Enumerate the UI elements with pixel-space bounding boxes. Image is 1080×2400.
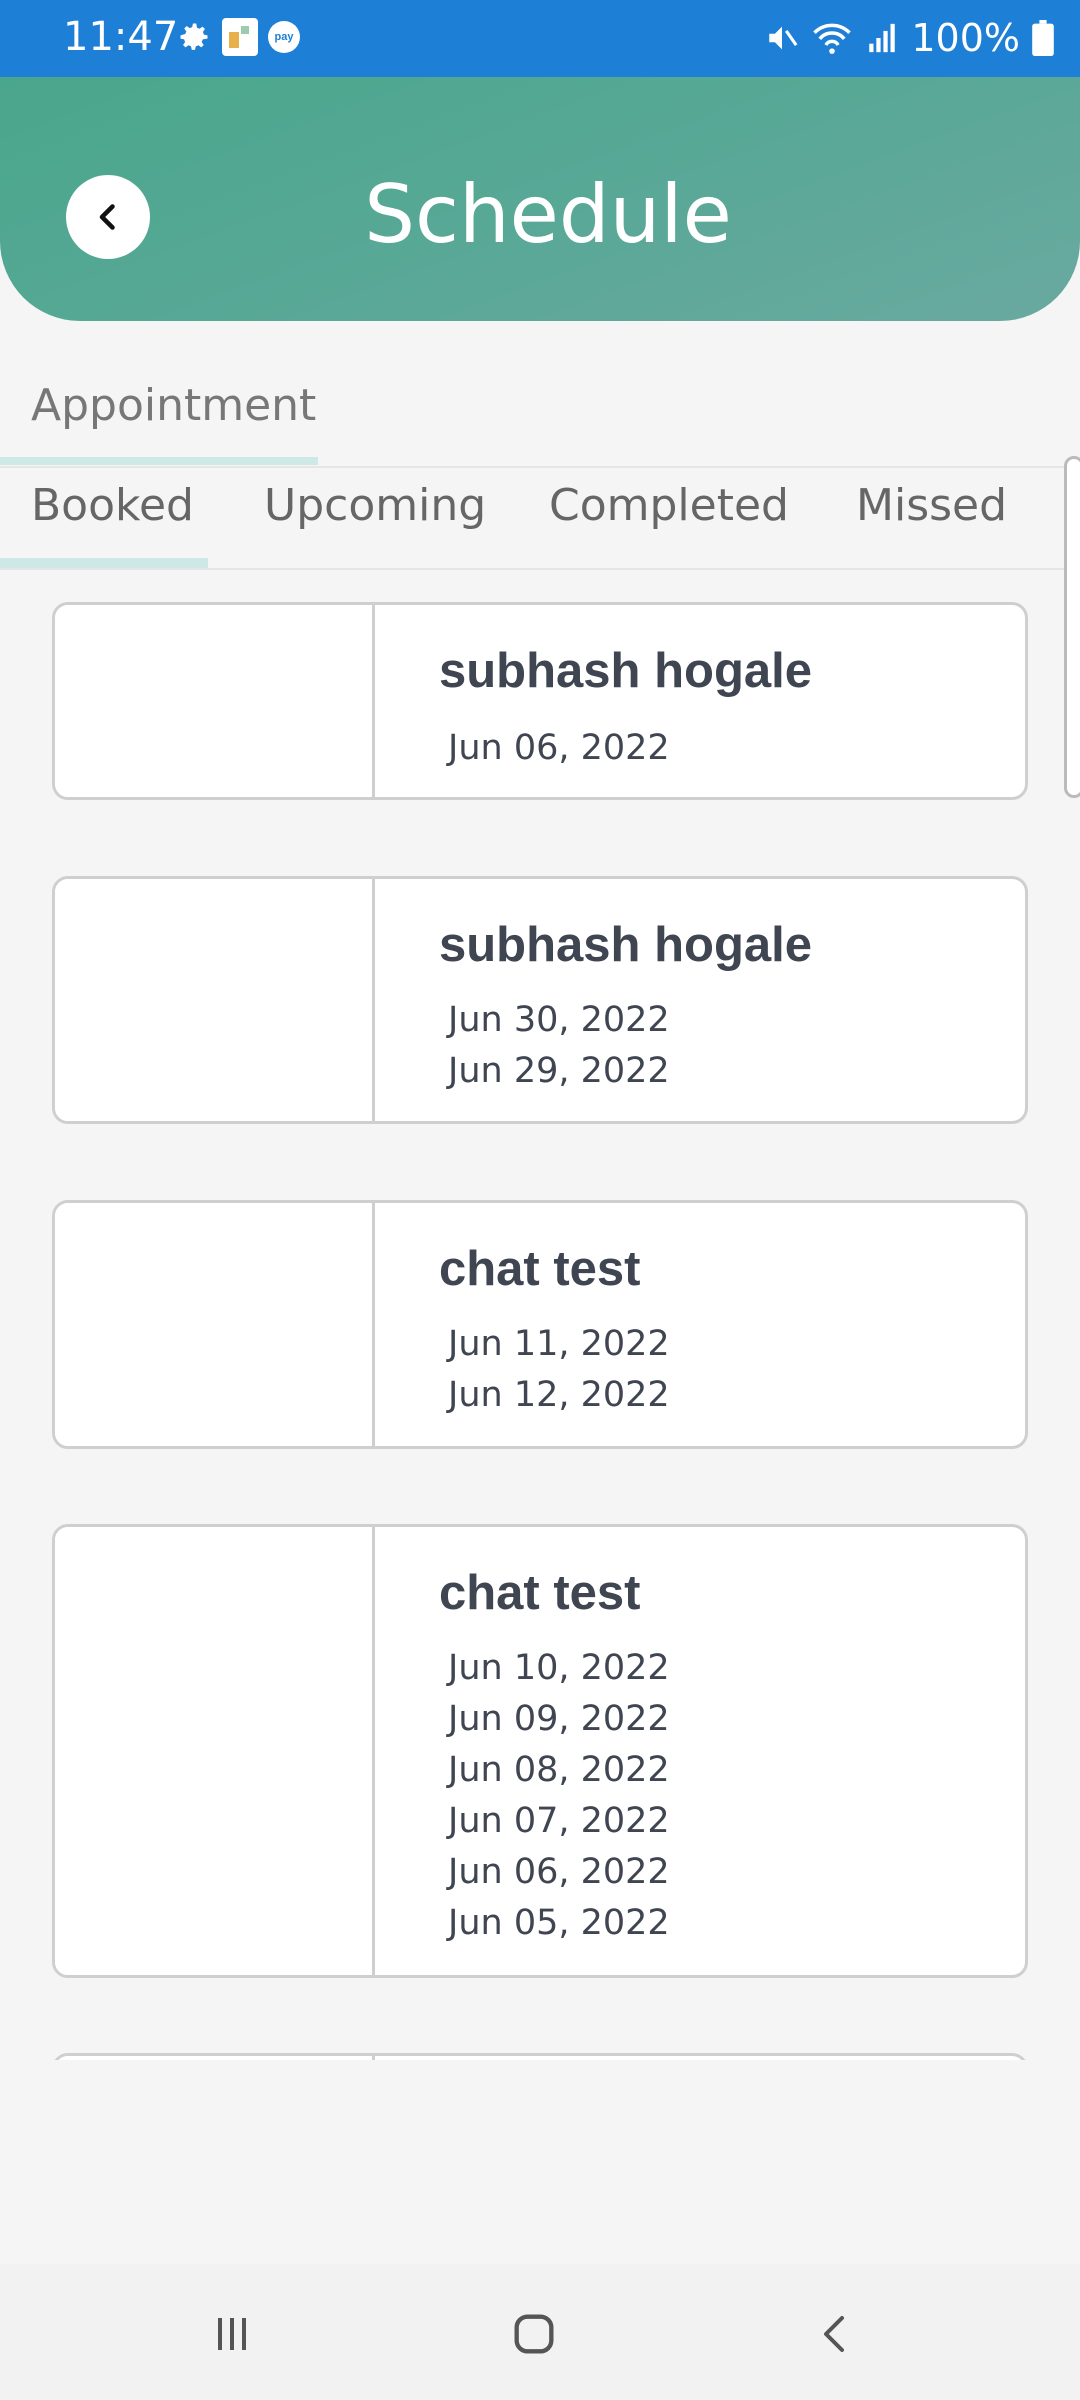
paytm-icon: pay (268, 21, 300, 53)
divider (0, 466, 1080, 468)
appointment-dates: Jun 30, 2022 Jun 29, 2022 (448, 995, 670, 1097)
recents-button[interactable] (192, 2294, 272, 2374)
appointment-date: Jun 08, 2022 (448, 1750, 670, 1790)
appointment-thumbnail (55, 1203, 375, 1446)
battery-percent: 100% (911, 16, 1020, 60)
tab-upcoming[interactable]: Upcoming (264, 480, 486, 531)
appointment-dates: Jun 11, 2022 Jun 12, 2022 (448, 1319, 670, 1421)
tab-booked[interactable]: Booked (31, 480, 194, 531)
status-left-icons: pay (176, 18, 300, 56)
appointment-date: Jun 06, 2022 (448, 728, 670, 768)
tab-completed[interactable]: Completed (549, 480, 789, 531)
header: Schedule (0, 77, 1080, 321)
appointment-date: Jun 05, 2022 (448, 1903, 670, 1943)
appointment-date: Jun 11, 2022 (448, 1324, 670, 1364)
signal-icon (869, 23, 896, 53)
appointment-dates: Jun 06, 2022 (448, 723, 670, 774)
appointment-date: Jun 29, 2022 (448, 1051, 670, 1091)
recents-icon (218, 2318, 246, 2350)
appointment-card[interactable]: chat test Jun 10, 2022 Jun 09, 2022 Jun … (52, 1524, 1028, 1978)
app-icon (222, 18, 258, 56)
status-time: 11:47 (63, 14, 179, 60)
appointment-thumbnail (55, 1527, 375, 1975)
section-underline (0, 457, 318, 465)
back-icon (824, 2316, 844, 2352)
appointment-name: subhash hogale (439, 644, 813, 698)
appointment-thumbnail (55, 605, 375, 797)
home-button[interactable] (494, 2294, 574, 2374)
divider (0, 568, 1080, 570)
appointment-date: Jun 10, 2022 (448, 1648, 670, 1688)
nav-back-button[interactable] (796, 2294, 876, 2374)
appointment-date: Jun 06, 2022 (448, 1852, 670, 1892)
appointment-date: Jun 30, 2022 (448, 1000, 670, 1040)
mute-icon (769, 26, 798, 50)
appointment-card[interactable]: subhash hogale Jun 06, 2022 (52, 602, 1028, 800)
section-title: Appointment (31, 380, 317, 431)
appointment-thumbnail (55, 879, 375, 1121)
appointment-name: chat test (439, 1566, 641, 1620)
appointment-date: Jun 07, 2022 (448, 1801, 670, 1841)
status-right-icons: 100% (765, 16, 1054, 60)
wifi-icon (813, 23, 852, 54)
tab-missed[interactable]: Missed (856, 480, 1007, 531)
battery-icon (1032, 20, 1054, 56)
appointment-date: Jun 12, 2022 (448, 1375, 670, 1415)
appointment-dates: Jun 10, 2022 Jun 09, 2022 Jun 08, 2022 J… (448, 1643, 670, 1949)
page-title: Schedule (364, 168, 732, 261)
list-clip (0, 2060, 1080, 2260)
appointment-date: Jun 09, 2022 (448, 1699, 670, 1739)
system-nav-bar (0, 2264, 1080, 2400)
home-icon (514, 2314, 554, 2354)
appointment-name: subhash hogale (439, 918, 813, 972)
appointment-card[interactable]: chat test Jun 11, 2022 Jun 12, 2022 (52, 1200, 1028, 1449)
appointment-name: chat test (439, 1242, 641, 1296)
active-tab-indicator (0, 558, 208, 568)
status-bar: 11:47 pay 100% (0, 0, 1080, 77)
side-panel-edge (1064, 456, 1080, 798)
appointment-card[interactable]: subhash hogale Jun 30, 2022 Jun 29, 2022 (52, 876, 1028, 1124)
gear-icon (180, 23, 208, 50)
